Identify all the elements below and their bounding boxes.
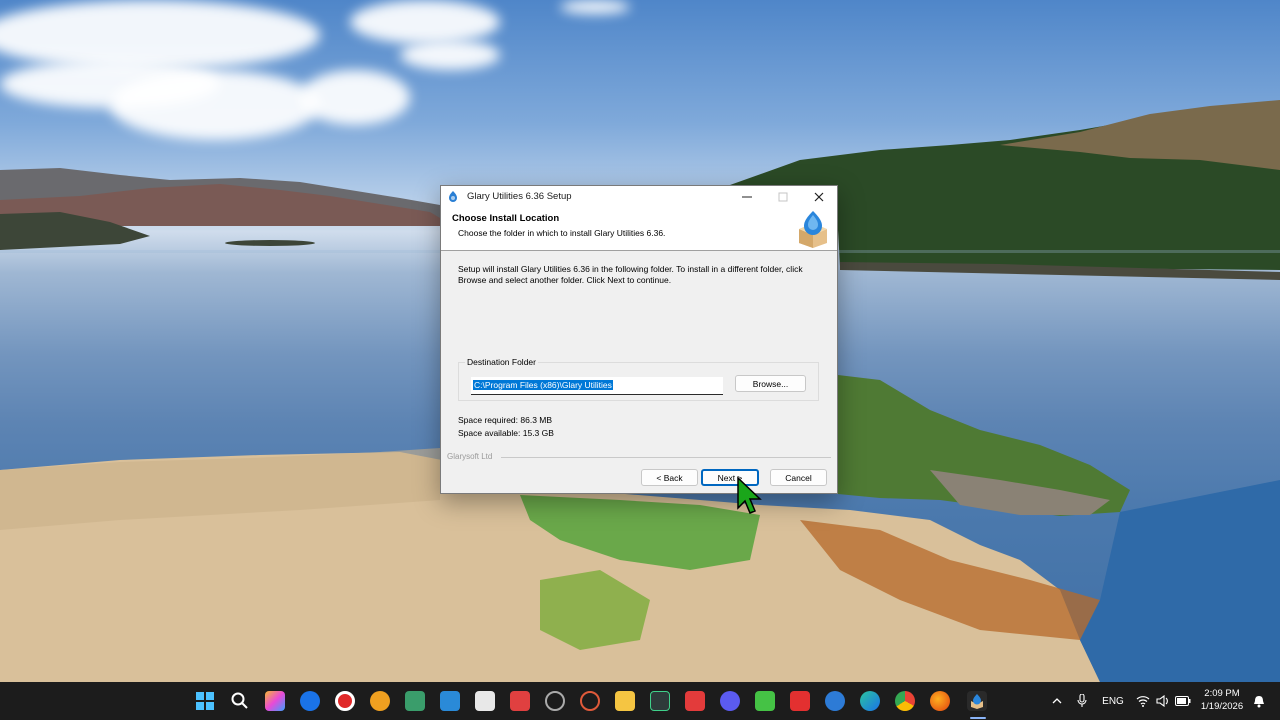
battery-icon	[1175, 696, 1191, 706]
battery-button[interactable]	[1174, 682, 1192, 720]
mouse-pointer-icon	[737, 476, 762, 514]
browse-button[interactable]: Browse...	[735, 375, 806, 392]
wifi-button[interactable]	[1134, 682, 1152, 720]
app-icon-3[interactable]	[545, 691, 565, 711]
start-button[interactable]	[195, 691, 215, 711]
notification-bell-icon	[1254, 695, 1264, 707]
destination-folder-label: Destination Folder	[465, 357, 538, 367]
app-icon-6[interactable]	[755, 691, 775, 711]
clock-date: 1/19/2026	[1200, 701, 1244, 712]
minimize-icon	[742, 196, 752, 197]
terminal-icon[interactable]	[650, 691, 670, 711]
brand-label: Glarysoft Ltd	[447, 452, 495, 461]
files-app-icon[interactable]	[405, 691, 425, 711]
back-button[interactable]: < Back	[641, 469, 698, 486]
file-explorer-icon[interactable]	[615, 691, 635, 711]
app-icon-7[interactable]	[790, 691, 810, 711]
active-app-indicator	[970, 717, 986, 719]
firefox-icon[interactable]	[930, 691, 950, 711]
close-icon	[814, 192, 824, 201]
space-required-text: Space required: 86.3 MB	[458, 415, 553, 425]
taskbar: ENG 2:09 PM 1/19/2026	[0, 682, 1280, 720]
glary-box-logo-icon	[799, 211, 827, 248]
dialog-title: Glary Utilities 6.36 Setup	[467, 191, 572, 202]
page-subtitle: Choose the folder in which to install Gl…	[458, 228, 666, 238]
title-bar[interactable]: Glary Utilities 6.36 Setup	[441, 186, 837, 207]
setup-app-icon[interactable]	[967, 691, 987, 711]
app-icon-4[interactable]	[580, 691, 600, 711]
maximize-button	[765, 186, 801, 207]
app-icon-8[interactable]	[825, 691, 845, 711]
wifi-icon	[1136, 696, 1150, 707]
space-available-text: Space available: 15.3 GB	[458, 428, 554, 438]
power-app-icon[interactable]	[685, 691, 705, 711]
minimize-button[interactable]	[729, 186, 765, 207]
cancel-button[interactable]: Cancel	[770, 469, 827, 486]
microphone-icon	[1077, 694, 1087, 707]
media-record-icon[interactable]	[335, 691, 355, 711]
header-panel: Choose Install Location Choose the folde…	[441, 207, 837, 251]
speaker-icon	[1156, 695, 1168, 707]
search-button[interactable]	[230, 691, 250, 711]
windows-logo-icon	[196, 692, 214, 710]
zoom-icon[interactable]	[300, 691, 320, 711]
chrome-icon[interactable]	[895, 691, 915, 711]
destination-folder-value: C:\Program Files (x86)\Glary Utilities	[473, 380, 613, 390]
setup-dialog: Glary Utilities 6.36 Setup Choose Instal…	[440, 185, 838, 494]
brand-rule	[501, 457, 831, 458]
destination-folder-group: Destination Folder C:\Program Files (x86…	[458, 357, 819, 401]
volume-button[interactable]	[1154, 682, 1172, 720]
glary-app-icon	[449, 190, 457, 202]
app-icon-1[interactable]	[370, 691, 390, 711]
language-indicator[interactable]: ENG	[1100, 682, 1126, 720]
clock-time: 2:09 PM	[1204, 688, 1240, 699]
chevron-up-icon	[1052, 698, 1062, 704]
destination-folder-input[interactable]: C:\Program Files (x86)\Glary Utilities	[471, 377, 723, 395]
edge-icon[interactable]	[860, 691, 880, 711]
maximize-icon	[778, 192, 788, 201]
copilot-icon[interactable]	[265, 691, 285, 711]
app-icon-2[interactable]	[510, 691, 530, 711]
close-button[interactable]	[801, 186, 837, 207]
brand-separator: Glarysoft Ltd	[447, 452, 831, 462]
show-hidden-icons-button[interactable]	[1047, 682, 1067, 720]
photos-icon[interactable]	[440, 691, 460, 711]
clock[interactable]: 2:09 PM 1/19/2026	[1198, 687, 1246, 713]
microphone-button[interactable]	[1073, 682, 1091, 720]
intro-text: Setup will install Glary Utilities 6.36 …	[458, 264, 803, 285]
page-title: Choose Install Location	[452, 213, 560, 224]
glary-setup-icon	[971, 694, 983, 709]
notifications-button[interactable]	[1250, 682, 1268, 720]
search-icon	[231, 692, 248, 709]
snipping-tool-icon[interactable]	[475, 691, 495, 711]
app-icon-5[interactable]	[720, 691, 740, 711]
